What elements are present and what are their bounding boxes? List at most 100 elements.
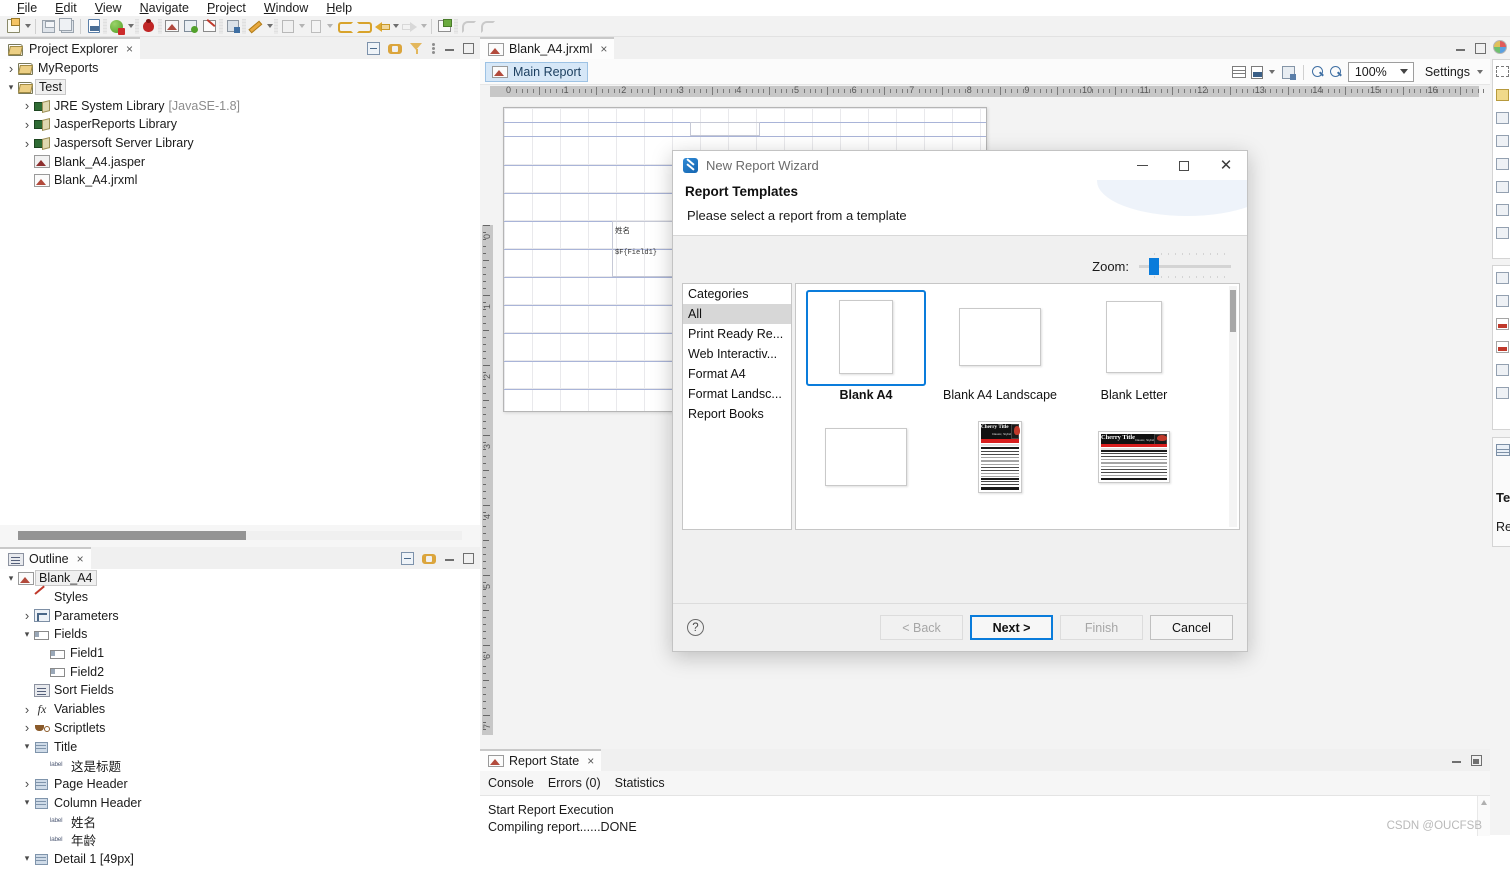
collapse-all-icon[interactable]: [367, 41, 380, 55]
palette-item[interactable]: [1493, 335, 1510, 358]
dialog-maximize-button[interactable]: [1163, 151, 1205, 180]
preview-image-button[interactable]: [162, 17, 181, 36]
project-explorer-tree[interactable]: MyReportsTestJRE System Library[JavaSE-1…: [0, 59, 480, 525]
tree-item-field1[interactable]: Field1: [0, 644, 480, 663]
save-button[interactable]: [39, 17, 58, 36]
zoom-in-icon[interactable]: [1311, 65, 1325, 79]
scroll-up-icon[interactable]: [1481, 800, 1487, 805]
line-tool-icon[interactable]: [1496, 180, 1509, 193]
save-all-button[interactable]: [58, 17, 77, 36]
forward-caret[interactable]: [419, 17, 428, 36]
maximize-icon[interactable]: [1475, 42, 1486, 54]
palette-item[interactable]: [1493, 358, 1510, 381]
chevron-right-icon[interactable]: [20, 608, 34, 623]
field-tool-icon[interactable]: [1496, 271, 1509, 284]
chevron-right-icon[interactable]: [20, 117, 34, 132]
external-tools-button[interactable]: [435, 17, 454, 36]
outline-tree[interactable]: Blank_A4 Styles Parameters Fields Field1 Fiel…: [0, 569, 480, 872]
chevron-right-icon[interactable]: [20, 136, 34, 151]
project-explorer-hscroll[interactable]: [0, 525, 480, 547]
category-item-web-interactiv[interactable]: Web Interactiv...: [683, 344, 791, 364]
subtab-console[interactable]: Console: [488, 776, 534, 790]
main-report-breadcrumb[interactable]: Main Report: [485, 61, 589, 82]
edit-style-button[interactable]: [200, 17, 219, 36]
palette-item[interactable]: [1493, 289, 1510, 312]
close-icon[interactable]: ×: [126, 42, 133, 56]
close-icon[interactable]: ×: [77, 552, 84, 566]
palette-templates-panel[interactable]: Te Re: [1492, 437, 1510, 547]
menu-edit[interactable]: Edit: [46, 0, 86, 16]
chevron-down-icon[interactable]: [20, 853, 34, 864]
table-icon[interactable]: [1496, 443, 1510, 456]
run-button[interactable]: [107, 17, 126, 36]
open-type-caret[interactable]: [325, 17, 334, 36]
palette-item[interactable]: [1493, 83, 1510, 106]
palette-item[interactable]: [1493, 312, 1510, 335]
chevron-down-icon[interactable]: [20, 797, 34, 808]
help-button[interactable]: ?: [687, 619, 704, 636]
template-thumbnail[interactable]: [802, 288, 930, 386]
tree-item-title[interactable]: Title: [0, 737, 480, 756]
category-item-format-a4[interactable]: Format A4: [683, 364, 791, 384]
dialog-titlebar[interactable]: New Report Wizard ✕: [673, 151, 1247, 180]
menu-file[interactable]: File: [8, 0, 46, 16]
palette-item[interactable]: [1493, 175, 1510, 198]
tree-item-column-header[interactable]: Column Header: [0, 793, 480, 812]
menu-navigate[interactable]: Navigate: [131, 0, 198, 16]
tree-item-[interactable]: label 姓名: [0, 812, 480, 831]
chart-tool-icon[interactable]: [1496, 134, 1509, 147]
minimize-icon[interactable]: [1455, 43, 1466, 54]
chevron-right-icon[interactable]: [20, 98, 34, 113]
templates-grid[interactable]: Cherry Title Classic, Stylish Cherry Title…: [795, 283, 1240, 530]
category-item-report-books[interactable]: Report Books: [683, 404, 791, 424]
perspective-caret[interactable]: [297, 17, 306, 36]
chevron-down-icon[interactable]: [4, 82, 18, 93]
back-caret[interactable]: [391, 17, 400, 36]
console-output[interactable]: Start Report Execution Compiling report..…: [480, 795, 1490, 836]
close-icon[interactable]: ×: [587, 754, 594, 768]
ellipse-tool-icon[interactable]: [1496, 203, 1509, 216]
break-tool-icon[interactable]: [1496, 226, 1509, 239]
link-with-editor-icon[interactable]: [388, 42, 402, 55]
export-button[interactable]: [223, 17, 242, 36]
tree-item-variables[interactable]: fx Variables: [0, 700, 480, 719]
chevron-down-icon[interactable]: [1399, 69, 1408, 74]
category-item-format-landsc[interactable]: Format Landsc...: [683, 384, 791, 404]
chevron-down-icon[interactable]: [4, 573, 18, 584]
template-thumbnail[interactable]: [1070, 288, 1198, 386]
quick-fix-button[interactable]: [246, 17, 265, 36]
filter-icon[interactable]: [410, 42, 423, 55]
run-dropdown-caret[interactable]: [126, 17, 135, 36]
outline-options-icon[interactable]: [422, 552, 436, 565]
zoom-slider[interactable]: [1139, 252, 1231, 279]
note-tool-icon[interactable]: [1496, 88, 1509, 101]
minimize-icon[interactable]: [444, 553, 455, 564]
palette-item[interactable]: [1493, 221, 1510, 244]
categories-list[interactable]: Categories All Print Ready Re... Web Intera…: [682, 283, 792, 530]
settings-menu-label[interactable]: Settings: [1425, 65, 1470, 79]
report-preview-icon[interactable]: [1250, 65, 1263, 79]
undo-button[interactable]: [334, 17, 353, 36]
tree-item-jre-system-library[interactable]: JRE System Library[JavaSE-1.8]: [0, 96, 480, 115]
rectangle-tool-icon[interactable]: [1496, 66, 1509, 77]
sort-outline-icon[interactable]: [401, 551, 414, 565]
scrollbar-thumb[interactable]: [1230, 290, 1236, 332]
maximize-icon[interactable]: [463, 552, 474, 564]
new-button[interactable]: [4, 17, 23, 36]
compile-button[interactable]: [181, 17, 200, 36]
palette-item[interactable]: [1493, 60, 1510, 83]
chevron-down-icon[interactable]: [20, 741, 34, 752]
templates-scrollbar[interactable]: [1229, 286, 1237, 527]
tab-outline[interactable]: Outline ×: [0, 547, 91, 569]
palette-item[interactable]: [1493, 438, 1510, 461]
template-thumbnail[interactable]: [802, 408, 930, 506]
settings-caret[interactable]: [1475, 63, 1484, 82]
tree-item-field2[interactable]: Field2: [0, 662, 480, 681]
template-item[interactable]: [802, 408, 930, 528]
next-annotation-button[interactable]: [477, 17, 496, 36]
template-item[interactable]: Cherry Title Classic, Stylish: [936, 408, 1064, 528]
template-thumbnail[interactable]: Cherry Title Classic, Stylish: [936, 408, 1064, 506]
palette-item[interactable]: [1493, 152, 1510, 175]
tree-item-blank-a4-jasper[interactable]: Blank_A4.jasper: [0, 152, 480, 171]
slider-thumb[interactable]: [1149, 258, 1159, 275]
